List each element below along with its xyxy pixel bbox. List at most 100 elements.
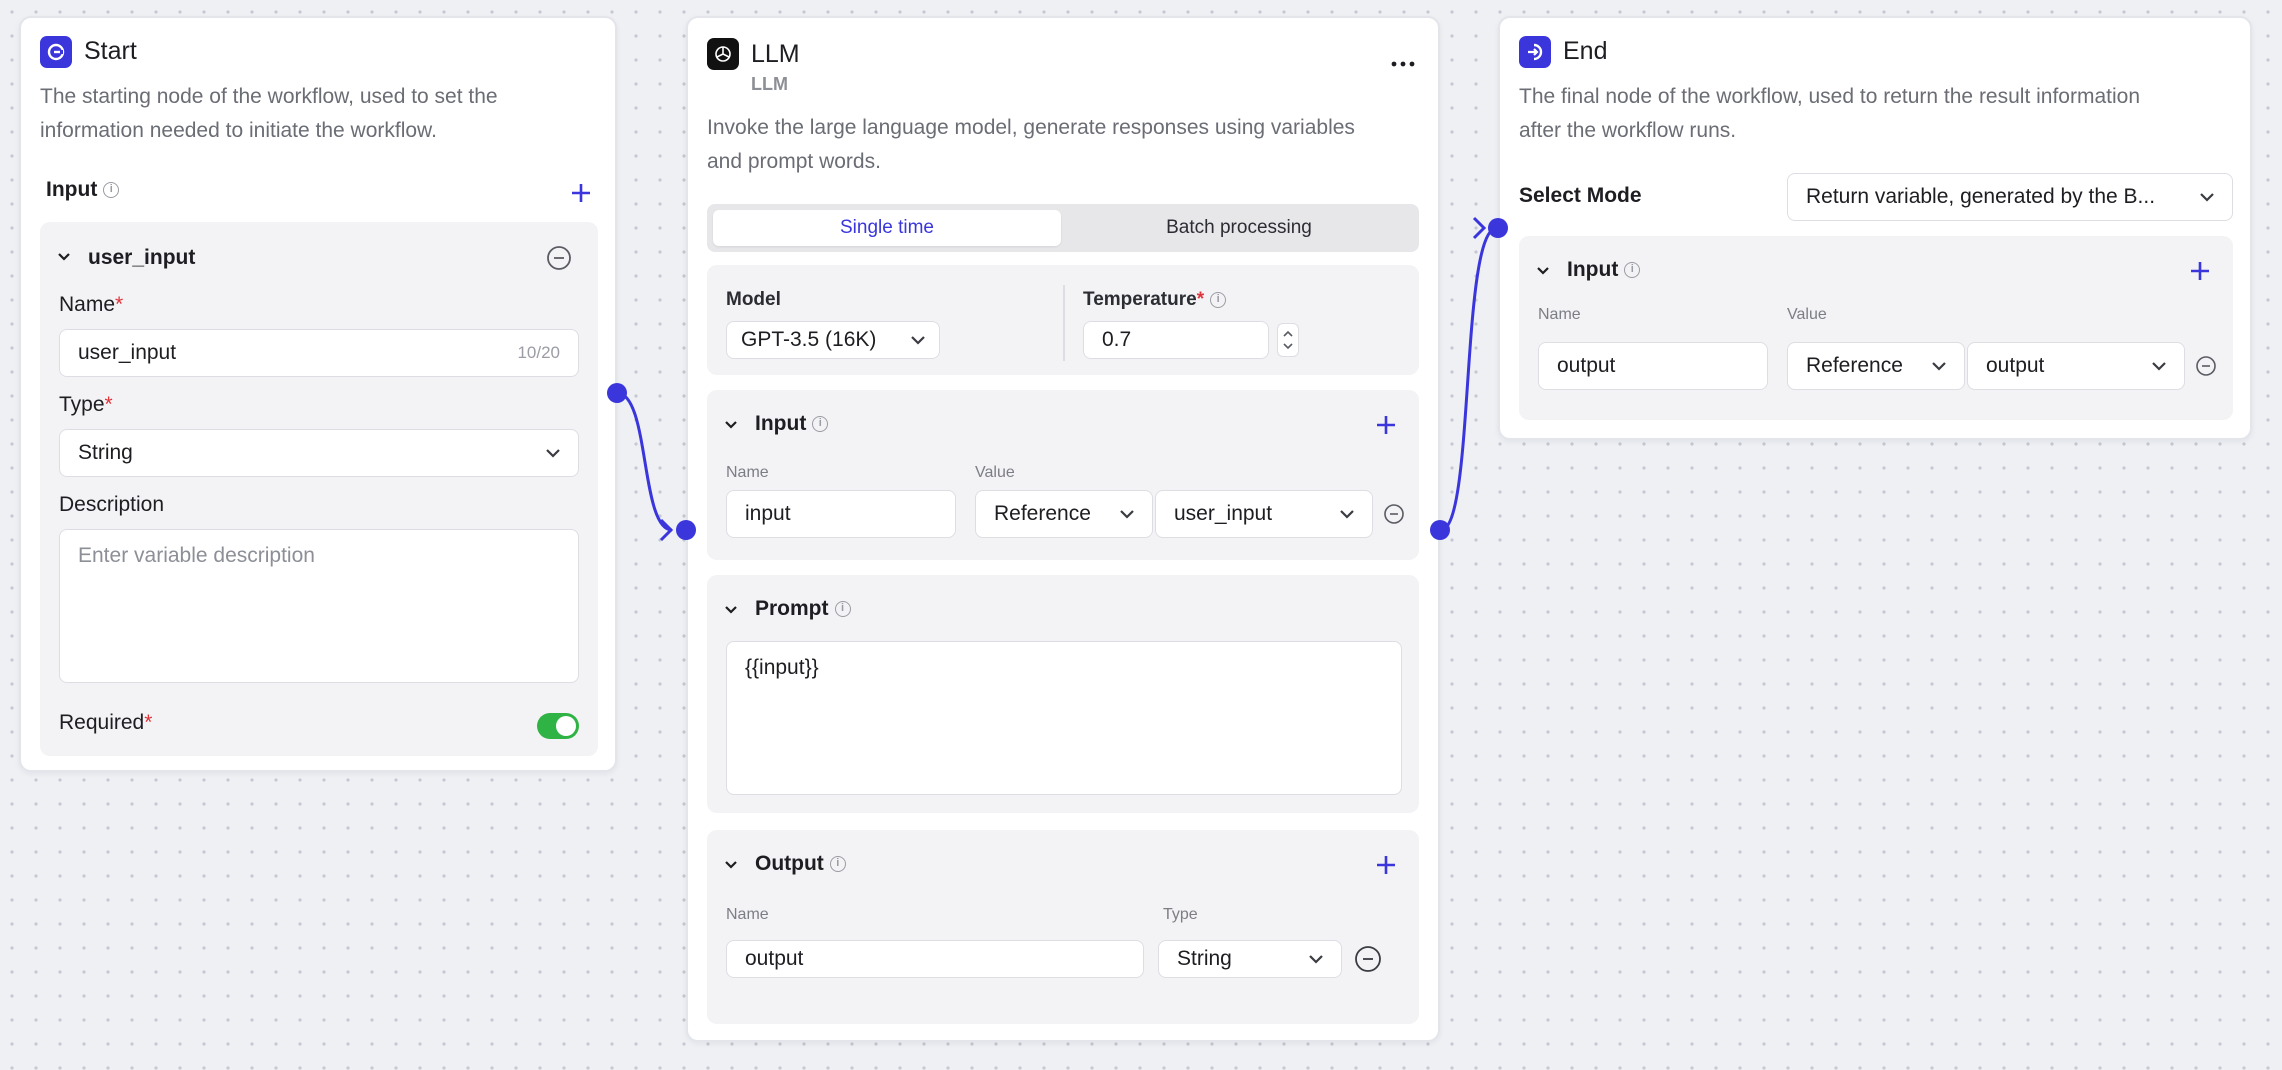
llm-input-header: Input i bbox=[755, 412, 829, 436]
end-ref-value-select[interactable]: output bbox=[1967, 342, 2185, 390]
tab-batch-processing[interactable]: Batch processing bbox=[1065, 210, 1413, 246]
end-ref-type-value: Reference bbox=[1806, 354, 1903, 377]
start-input-label: Input bbox=[46, 178, 98, 201]
llm-node[interactable]: LLM LLM Invoke the large language model,… bbox=[686, 16, 1440, 1042]
minus-circle-icon bbox=[1355, 946, 1381, 972]
llm-node-title: LLM bbox=[751, 40, 800, 68]
openai-icon bbox=[715, 46, 731, 62]
llm-input-port[interactable] bbox=[676, 520, 696, 540]
collapse-chevron-icon[interactable] bbox=[722, 601, 740, 619]
plus-icon bbox=[2191, 262, 2209, 280]
name-label: Name* bbox=[59, 293, 124, 316]
llm-input-panel: Input i Name Value input Reference user_i… bbox=[707, 390, 1419, 560]
llm-input-ref-value-select[interactable]: user_input bbox=[1155, 490, 1373, 538]
collapse-chevron-icon[interactable] bbox=[722, 416, 740, 434]
collapse-chevron-icon[interactable] bbox=[1534, 262, 1552, 280]
llm-input-ref-value: user_input bbox=[1174, 502, 1273, 525]
plus-icon bbox=[1377, 856, 1395, 874]
collapse-chevron-icon[interactable] bbox=[722, 856, 740, 874]
more-dots-icon bbox=[1391, 61, 1415, 67]
end-icon bbox=[1528, 43, 1543, 61]
minus-circle-icon bbox=[2196, 356, 2216, 376]
temperature-value: 0.7 bbox=[1102, 328, 1132, 351]
start-node[interactable]: Start The starting node of the workflow,… bbox=[19, 16, 617, 772]
output-type-column: Type bbox=[1163, 906, 1198, 923]
name-char-counter: 10/20 bbox=[517, 343, 560, 362]
info-icon[interactable]: i bbox=[812, 416, 829, 433]
temperature-stepper[interactable] bbox=[1277, 323, 1299, 357]
select-mode-value: Return variable, generated by the B... bbox=[1806, 185, 2156, 208]
plus-icon bbox=[1377, 416, 1395, 434]
llm-input-ref-type-value: Reference bbox=[994, 502, 1091, 525]
start-node-desc-line2: information needed to initiate the workf… bbox=[40, 119, 437, 142]
llm-input-ref-type-select[interactable]: Reference bbox=[975, 490, 1153, 538]
llm-node-desc-line2: and prompt words. bbox=[707, 150, 881, 173]
model-label: Model bbox=[726, 289, 781, 310]
temperature-input[interactable]: 0.7 bbox=[1083, 321, 1269, 359]
llm-add-input-button[interactable] bbox=[1371, 410, 1401, 440]
plus-icon bbox=[572, 184, 590, 202]
end-name-column: Name bbox=[1538, 306, 1581, 323]
end-input-port[interactable] bbox=[1488, 218, 1508, 238]
start-output-port[interactable] bbox=[607, 383, 627, 403]
temperature-label: Temperature* i bbox=[1083, 289, 1227, 311]
end-node-logo bbox=[1519, 36, 1551, 68]
chevron-down-icon bbox=[1932, 362, 1946, 371]
variable-name-input[interactable]: user_input 10/20 bbox=[59, 329, 579, 377]
required-toggle[interactable] bbox=[537, 713, 579, 739]
remove-end-input-button[interactable] bbox=[2194, 354, 2218, 378]
start-node-title: Start bbox=[84, 37, 137, 65]
tab-single-time[interactable]: Single time bbox=[713, 210, 1061, 246]
start-node-desc-line1: The starting node of the workflow, used … bbox=[40, 85, 498, 108]
chevron-down-icon bbox=[2152, 362, 2166, 371]
llm-output-port[interactable] bbox=[1430, 520, 1450, 540]
start-icon bbox=[47, 43, 65, 61]
chevron-down-icon bbox=[1340, 510, 1354, 519]
prompt-textarea[interactable]: {{input}} bbox=[726, 641, 1402, 795]
more-options-button[interactable] bbox=[1388, 54, 1418, 74]
info-icon[interactable]: i bbox=[834, 601, 851, 618]
remove-input-button[interactable] bbox=[1382, 502, 1406, 526]
llm-input-name-field[interactable]: input bbox=[726, 490, 956, 538]
info-icon[interactable]: i bbox=[829, 856, 846, 873]
info-icon[interactable]: i bbox=[1624, 262, 1641, 279]
chevron-down-icon bbox=[911, 336, 925, 345]
variable-description-textarea[interactable]: Enter variable description bbox=[59, 529, 579, 683]
end-node[interactable]: End The final node of the workflow, used… bbox=[1498, 16, 2252, 440]
llm-output-name-value: output bbox=[745, 947, 804, 970]
minus-circle-icon bbox=[1384, 504, 1404, 524]
input-value-column: Value bbox=[975, 464, 1015, 481]
select-mode-dropdown[interactable]: Return variable, generated by the B... bbox=[1787, 173, 2233, 221]
llm-output-name-field[interactable]: output bbox=[726, 940, 1144, 978]
info-icon[interactable]: i bbox=[103, 182, 120, 199]
prompt-panel: Prompt i {{input}} bbox=[707, 575, 1419, 813]
info-icon[interactable]: i bbox=[1210, 291, 1227, 308]
mode-tabs: Single time Batch processing bbox=[707, 204, 1419, 252]
edge-start-to-llm bbox=[616, 391, 673, 532]
end-input-panel: Input i Name Value output Reference outpu… bbox=[1519, 236, 2233, 420]
llm-add-output-button[interactable] bbox=[1371, 850, 1401, 880]
remove-variable-button[interactable] bbox=[545, 244, 573, 272]
end-output-name-field[interactable]: output bbox=[1538, 342, 1768, 390]
llm-output-type-select[interactable]: String bbox=[1158, 940, 1342, 978]
start-variable-title: user_input bbox=[88, 246, 196, 269]
variable-type-select[interactable]: String bbox=[59, 429, 579, 477]
end-add-input-button[interactable] bbox=[2185, 256, 2215, 286]
start-add-input-button[interactable] bbox=[566, 178, 596, 208]
chevron-down-icon bbox=[1120, 510, 1134, 519]
model-value: GPT-3.5 (16K) bbox=[741, 328, 877, 351]
remove-output-button[interactable] bbox=[1353, 944, 1383, 974]
collapse-chevron-icon[interactable] bbox=[55, 248, 73, 266]
select-mode-label: Select Mode bbox=[1519, 184, 1642, 207]
edge-llm-to-end bbox=[1440, 226, 1498, 532]
llm-input-name-value: input bbox=[745, 502, 791, 525]
end-ref-type-select[interactable]: Reference bbox=[1787, 342, 1965, 390]
end-input-header: Input i bbox=[1567, 258, 1641, 282]
llm-output-header: Output i bbox=[755, 852, 846, 876]
end-ref-value: output bbox=[1986, 354, 2045, 377]
end-node-desc-line1: The final node of the workflow, used to … bbox=[1519, 85, 2141, 108]
model-select[interactable]: GPT-3.5 (16K) bbox=[726, 321, 940, 359]
chevron-down-icon bbox=[546, 449, 560, 458]
llm-node-subtitle: LLM bbox=[751, 74, 788, 94]
llm-node-logo bbox=[707, 38, 739, 70]
